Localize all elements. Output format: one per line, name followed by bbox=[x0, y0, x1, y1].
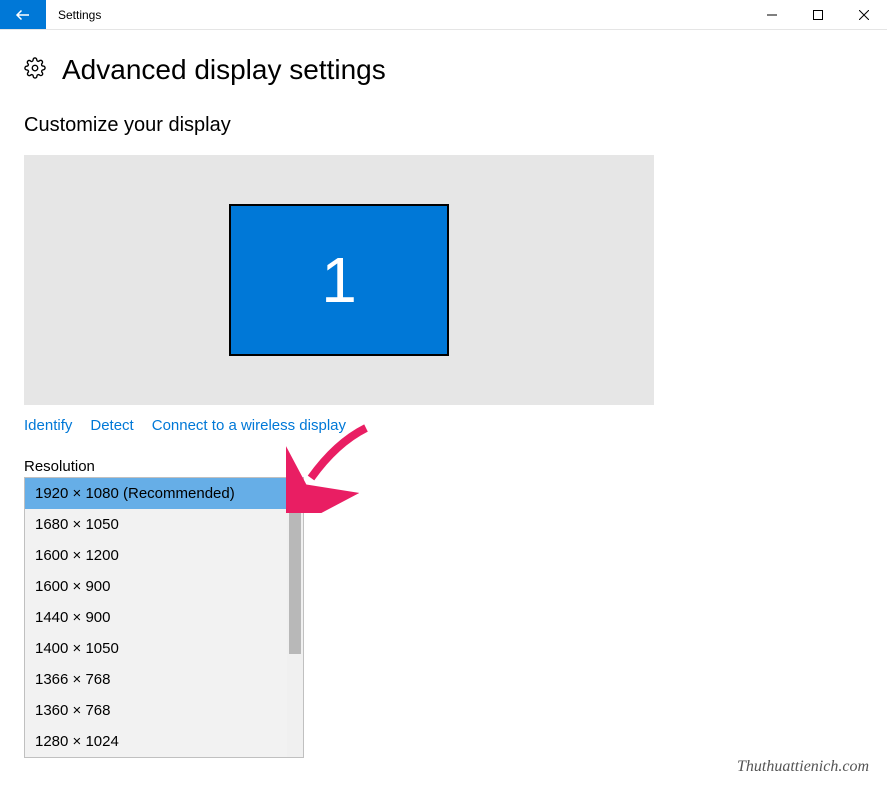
maximize-icon bbox=[813, 10, 823, 20]
resolution-option[interactable]: 1280 × 1024 bbox=[25, 726, 303, 757]
arrow-left-icon bbox=[14, 6, 32, 24]
monitor-tile-1[interactable]: 1 bbox=[229, 204, 449, 356]
scroll-thumb[interactable] bbox=[289, 494, 301, 654]
page-title: Advanced display settings bbox=[62, 54, 386, 86]
watermark: Thuthuattienich.com bbox=[737, 758, 869, 776]
monitor-number: 1 bbox=[321, 243, 357, 317]
detect-link[interactable]: Detect bbox=[90, 417, 133, 434]
minimize-button[interactable] bbox=[749, 0, 795, 29]
close-icon bbox=[859, 10, 869, 20]
titlebar: Settings bbox=[0, 0, 887, 30]
minimize-icon bbox=[767, 10, 777, 20]
maximize-button[interactable] bbox=[795, 0, 841, 29]
resolution-label: Resolution bbox=[24, 458, 863, 475]
resolution-option[interactable]: 1366 × 768 bbox=[25, 664, 303, 695]
display-link-row: Identify Detect Connect to a wireless di… bbox=[24, 417, 863, 434]
resolution-option[interactable]: 1680 × 1050 bbox=[25, 509, 303, 540]
scroll-up-arrow-icon[interactable]: ▲ bbox=[287, 478, 303, 494]
window-controls bbox=[749, 0, 887, 29]
page-header: Advanced display settings bbox=[24, 54, 863, 86]
identify-link[interactable]: Identify bbox=[24, 417, 72, 434]
section-heading: Customize your display bbox=[24, 114, 863, 137]
dropdown-scrollbar[interactable]: ▲ bbox=[287, 478, 303, 757]
resolution-option[interactable]: 1440 × 900 bbox=[25, 602, 303, 633]
content-area: Advanced display settings Customize your… bbox=[0, 30, 887, 758]
resolution-option[interactable]: 1400 × 1050 bbox=[25, 633, 303, 664]
back-button[interactable] bbox=[0, 0, 46, 29]
resolution-option[interactable]: 1600 × 1200 bbox=[25, 540, 303, 571]
display-preview: 1 bbox=[24, 155, 654, 405]
resolution-dropdown[interactable]: 1920 × 1080 (Recommended)1680 × 10501600… bbox=[24, 477, 304, 758]
close-button[interactable] bbox=[841, 0, 887, 29]
gear-icon bbox=[24, 57, 46, 84]
resolution-option[interactable]: 1360 × 768 bbox=[25, 695, 303, 726]
window-title: Settings bbox=[46, 0, 749, 29]
resolution-option[interactable]: 1920 × 1080 (Recommended) bbox=[25, 478, 303, 509]
wireless-display-link[interactable]: Connect to a wireless display bbox=[152, 417, 346, 434]
resolution-option[interactable]: 1600 × 900 bbox=[25, 571, 303, 602]
